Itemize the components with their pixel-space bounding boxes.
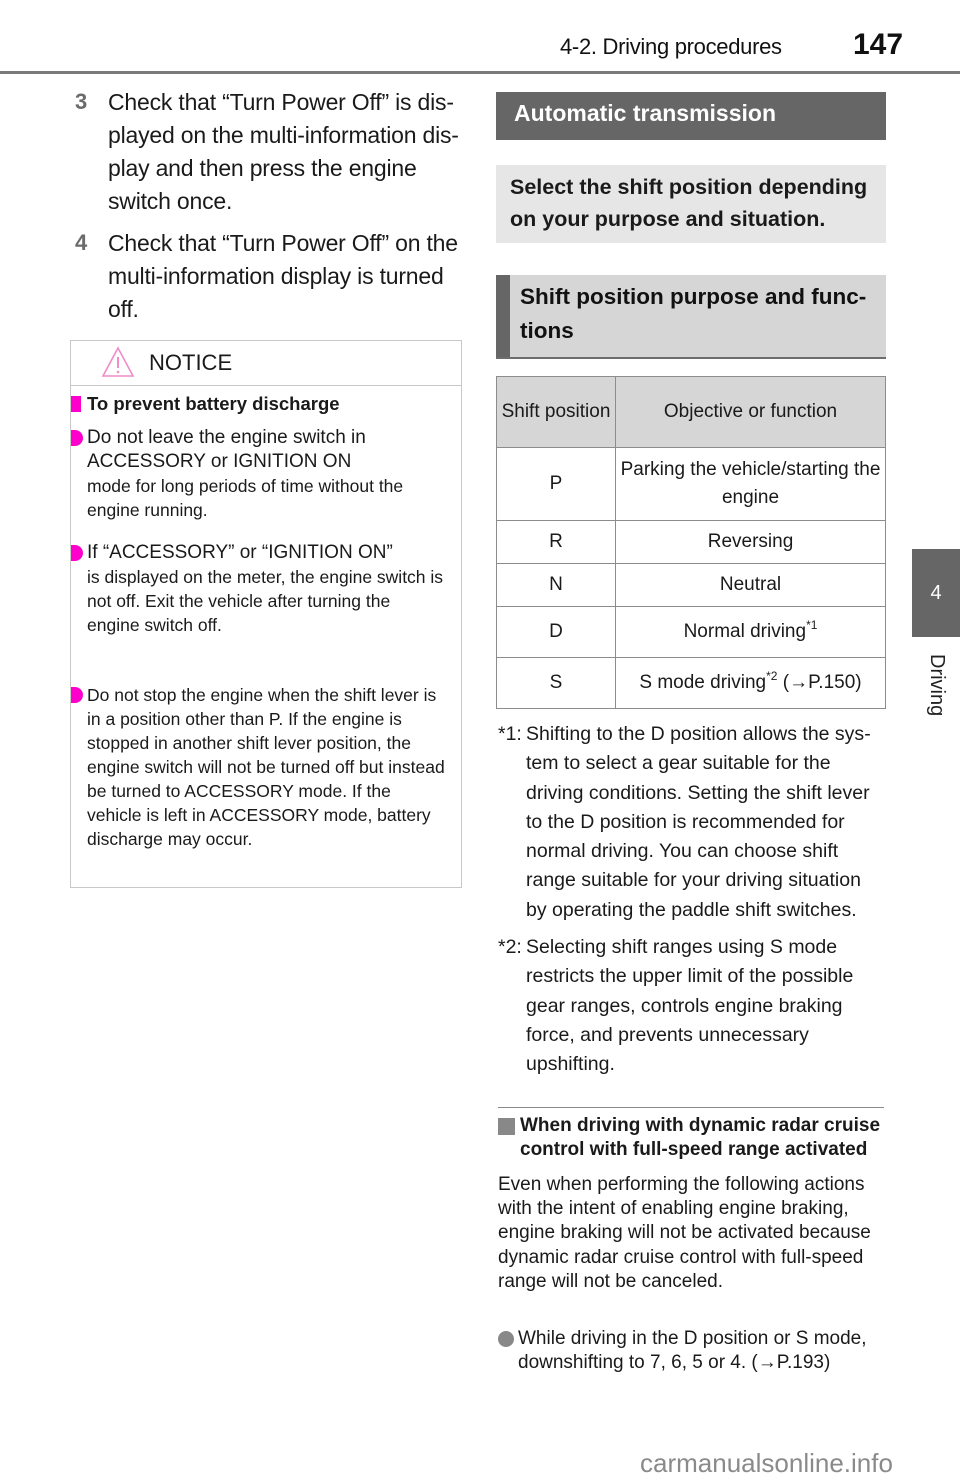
step-number: 3 [75, 89, 88, 114]
shift-position: P [496, 447, 616, 521]
shift-position: N [496, 563, 616, 607]
table-row: N Neutral [496, 563, 886, 607]
shift-function-text: S mode driving [639, 672, 767, 693]
footnote-ref[interactable]: *2 [766, 669, 777, 683]
bullet-dot-icon [71, 687, 83, 703]
shift-position: D [496, 606, 616, 658]
chapter-label: Driving [926, 654, 948, 717]
notice-title: NOTICE [149, 350, 233, 375]
shift-position-table: Shift posi­tion Objective or function P … [496, 376, 886, 709]
section-title: Automatic transmission [514, 100, 776, 126]
step-text: Check that “Turn Power Off” on the multi… [108, 230, 458, 322]
notice-subheading: To prevent battery discharge [71, 393, 340, 415]
notice-bullet-text: Do not leave the engine switch in ACCESS… [87, 427, 366, 472]
info-body: Even when performing the following actio… [498, 1174, 871, 1292]
table-row: P Parking the vehicle/starting the engin… [496, 447, 886, 521]
shift-function: Neutral [615, 563, 886, 607]
intro-box: Select the shift position depending on y… [496, 165, 886, 243]
subsection-title-box: Shift position purpose and func­tions [496, 275, 886, 359]
table-header-row: Shift posi­tion Objective or function [496, 376, 886, 448]
square-bullet-icon [498, 1118, 515, 1135]
notice-bullet: If “ACCESSORY” or “IGNITION ON” is displ… [71, 541, 447, 637]
footnote-ref[interactable]: *1 [806, 618, 817, 632]
subsection-edge [496, 275, 510, 357]
footnote-mark: *1: [498, 723, 522, 745]
notice-subheading-text: To prevent battery discharge [87, 393, 340, 414]
watermark: carmanualsonline.info [640, 1448, 893, 1478]
step-number: 4 [75, 230, 88, 255]
shift-function: Reversing [615, 520, 886, 564]
shift-function: Normal driving*1 [615, 606, 886, 658]
header-divider [0, 71, 960, 74]
column-header: Shift posi­tion [496, 376, 616, 448]
shift-function: S mode driving*2 (→P.150) [615, 657, 886, 709]
section-divider [498, 1107, 884, 1108]
subsection-title: Shift position purpose and func­tions [520, 284, 867, 343]
bullet-dot-icon [498, 1331, 514, 1347]
footnote-text: Shifting to the D position allows the sy… [526, 723, 871, 921]
notice-header: NOTICE [71, 341, 461, 386]
step-text: Check that “Turn Power Off” is dis­playe… [108, 89, 459, 214]
info-bullet-text: While driving in the D position or S mod… [518, 1328, 867, 1373]
chapter-number: 4 [930, 581, 942, 604]
footnote-text: Selecting shift ranges using S mode rest… [526, 936, 854, 1076]
table-row: D Normal driving*1 [496, 606, 886, 658]
intro-text: Select the shift position depending on y… [510, 175, 868, 231]
notice-box: NOTICE To prevent battery discharge Do n… [70, 340, 462, 888]
section-header: 4-2. Driving procedures [560, 34, 782, 59]
footnote: *2: Selecting shift ranges using S mode … [498, 933, 888, 1079]
shift-position: S [496, 657, 616, 709]
notice-bullet: Do not stop the engine when the shift le… [71, 683, 447, 851]
notice-bullet-text: If “ACCESSORY” or “IGNITION ON” [87, 542, 393, 563]
section-title-bar: Automatic transmission [496, 92, 886, 140]
table-row: R Reversing [496, 520, 886, 564]
bullet-dot-icon [71, 545, 83, 561]
page-reference-link[interactable]: (→P.150) [777, 672, 862, 693]
notice-bullet: Do not leave the engine switch in ACCESS… [71, 426, 447, 522]
bullet-dot-icon [71, 430, 83, 446]
square-bullet-icon [71, 396, 81, 412]
notice-bullet-text: mode for long periods of time without th… [87, 476, 404, 520]
notice-bullet-text: Do not stop the engine when the shift le… [87, 685, 445, 849]
footnote-mark: *2: [498, 936, 522, 958]
notice-bullet-text: is displayed on the meter, the engine sw… [87, 567, 444, 635]
footnote: *1: Shifting to the D position allows th… [498, 720, 888, 925]
page-number: 147 [853, 28, 904, 61]
column-header: Objective or function [615, 376, 886, 448]
shift-position: R [496, 520, 616, 564]
shift-function: Parking the vehicle/starting the engine [615, 447, 886, 521]
table-row: S S mode driving*2 (→P.150) [496, 657, 886, 709]
info-heading-text: When driving with dynamic radar cruise c… [520, 1115, 881, 1160]
shift-function-text: Normal driving [683, 621, 807, 642]
chapter-tab[interactable]: 4 [912, 549, 960, 637]
info-heading: When driving with dynamic radar cruise c… [498, 1114, 888, 1162]
warning-triangle-icon [101, 346, 135, 377]
subsection-rule [496, 357, 886, 359]
info-bullet: While driving in the D position or S mod… [498, 1327, 888, 1375]
